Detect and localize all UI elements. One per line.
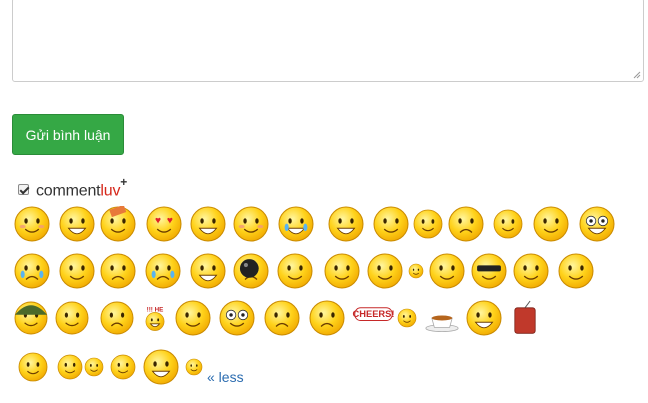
smiley-cool-icon[interactable]: [471, 253, 507, 289]
smiley-guitarist-icon[interactable]: [57, 354, 83, 380]
smiley-rocker-icon[interactable]: [110, 354, 136, 380]
smiley-frown-icon[interactable]: [100, 253, 136, 289]
smiley-small-wave-icon[interactable]: [408, 263, 424, 279]
comment-textarea[interactable]: [12, 0, 644, 82]
smiley-drummer-icon[interactable]: [55, 301, 89, 335]
svg-text:CHEERS!: CHEERS!: [353, 309, 395, 319]
commentluv-logo-main: comment: [36, 182, 101, 200]
smiley-cheer-text-icon[interactable]: !!! HE: [140, 303, 170, 333]
smiley-wink-icon[interactable]: [277, 253, 313, 289]
commentluv-logo-plus: +: [120, 174, 128, 189]
smiley-smug-icon[interactable]: [59, 253, 95, 289]
smiley-sleepy-icon[interactable]: [373, 206, 409, 242]
smiley-nervous-icon[interactable]: [264, 300, 300, 336]
smiley-tongue-icon[interactable]: [324, 253, 360, 289]
commentluv-logo-accent: luv: [100, 182, 121, 200]
smiley-shy-icon[interactable]: [14, 206, 50, 242]
smiley-monkey-icon[interactable]: [493, 209, 523, 239]
smiley-tiny-smile-icon[interactable]: [558, 253, 594, 289]
smiley-less-toggle[interactable]: « less: [207, 369, 244, 385]
smiley-laughing-icon[interactable]: [190, 206, 226, 242]
smiley-smirk-icon[interactable]: [513, 253, 549, 289]
commentluv-logo[interactable]: commentluv+: [36, 174, 128, 200]
smiley-love-eyes-icon[interactable]: ♥ ♥: [146, 206, 182, 242]
smiley-worried-icon[interactable]: [100, 301, 134, 335]
smiley-sulky-icon[interactable]: [448, 206, 484, 242]
smiley-clapping-icon[interactable]: [175, 300, 211, 336]
smiley-big-grin-icon[interactable]: [466, 300, 502, 336]
svg-text:♥: ♥: [167, 215, 173, 226]
smiley-band-drums-icon[interactable]: [18, 352, 48, 382]
smiley-cheers-banner-icon[interactable]: CHEERS!: [343, 300, 401, 336]
smiley-kiss-icon[interactable]: [233, 206, 269, 242]
commentluv-checkbox[interactable]: [18, 183, 29, 195]
smiley-happy-icon[interactable]: [190, 253, 226, 289]
smiley-grimace-icon[interactable]: [59, 206, 95, 242]
svg-text:♥: ♥: [155, 215, 161, 226]
smiley-peace-sign-icon[interactable]: [413, 209, 443, 239]
smiley-tea-cup-icon[interactable]: [424, 300, 460, 336]
smiley-bandaged-icon[interactable]: [100, 204, 136, 242]
smiley-dynamite-icon[interactable]: [507, 300, 543, 336]
smiley-crying-loud-icon[interactable]: [278, 206, 314, 242]
smiley-tears-icon[interactable]: [145, 253, 181, 289]
submit-comment-button[interactable]: Gửi bình luận: [12, 114, 124, 155]
smiley-thinking-icon[interactable]: [367, 253, 403, 289]
smiley-bomb-icon[interactable]: [233, 253, 269, 289]
smiley-yawning-icon[interactable]: [143, 349, 179, 385]
smiley-small-guitar-icon[interactable]: [84, 357, 104, 377]
smiley-unamused-icon[interactable]: [309, 300, 345, 336]
smiley-soldier-icon[interactable]: [14, 301, 48, 335]
smiley-grin-icon[interactable]: [328, 206, 364, 242]
smiley-sweating-icon[interactable]: [14, 253, 50, 289]
smiley-poke-icon[interactable]: [397, 308, 417, 328]
smiley-shocked-icon[interactable]: [579, 206, 615, 242]
smiley-pop-eye-icon[interactable]: [219, 300, 255, 336]
smiley-plain-smile-icon[interactable]: [185, 358, 203, 376]
resize-grip-icon[interactable]: [633, 71, 641, 79]
smiley-peek-icon[interactable]: [429, 253, 465, 289]
smiley-angry-icon[interactable]: [533, 206, 569, 242]
commentluv-row: commentluv+: [18, 174, 128, 200]
